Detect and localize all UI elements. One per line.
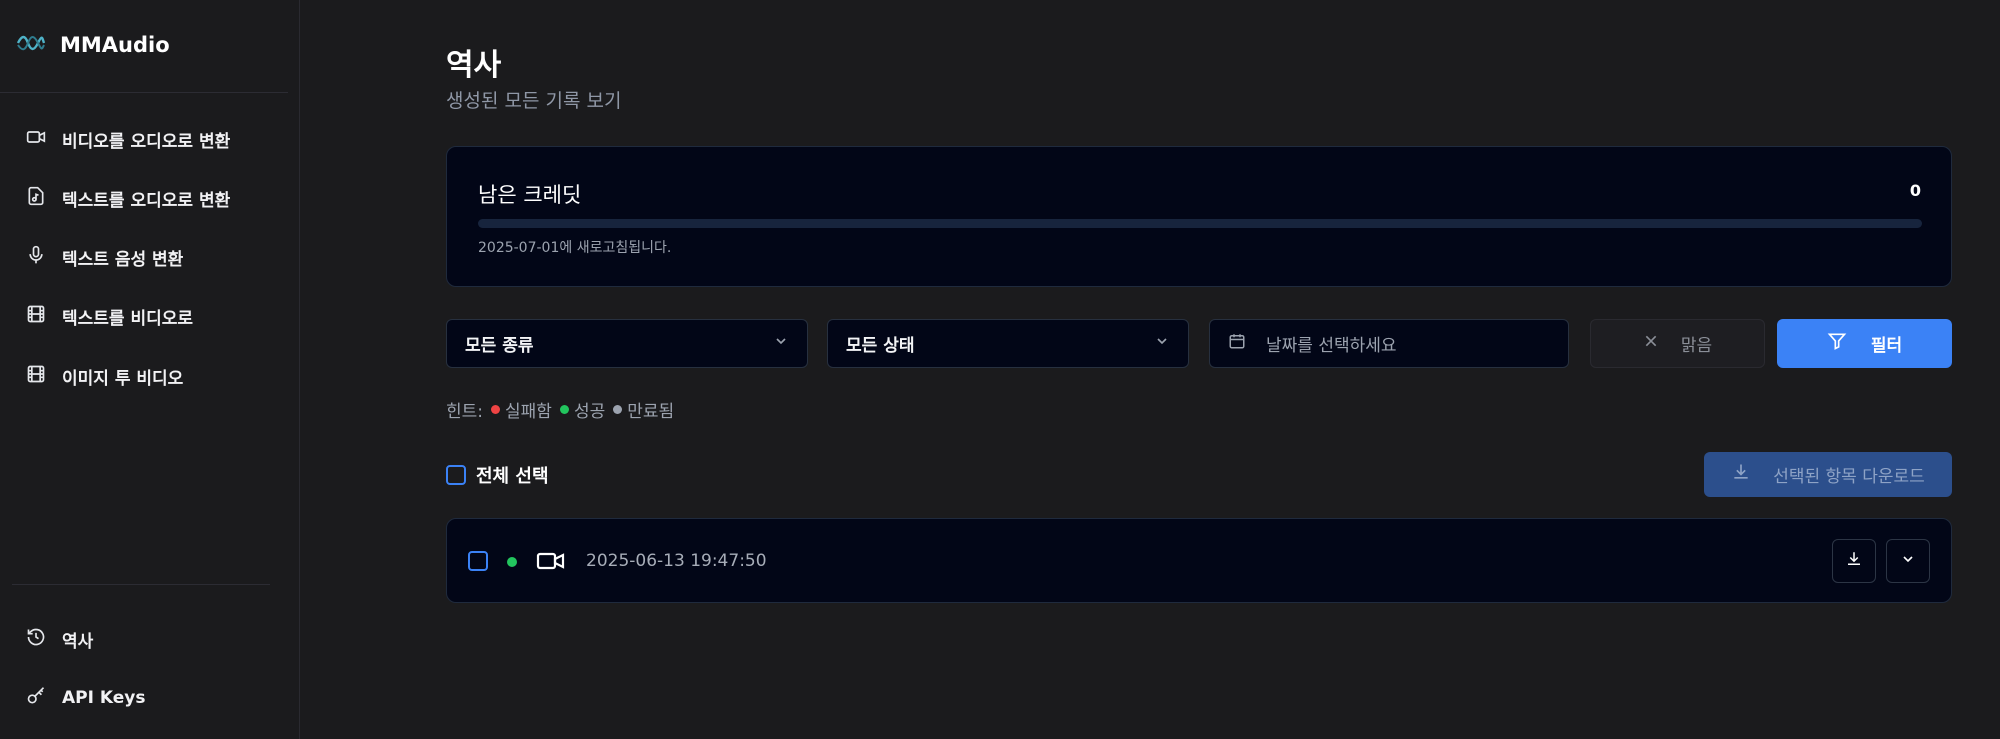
calendar-icon — [1228, 332, 1246, 355]
clear-button-label: 맑음 — [1680, 336, 1713, 356]
film-icon — [26, 364, 46, 389]
status-hint: 힌트: 실패함 성공 만료됨 — [446, 398, 675, 422]
row-date: 2025-06-13 19:47:50 — [586, 551, 767, 571]
download-icon — [1731, 462, 1751, 487]
sidebar-item-image-to-video[interactable]: 이미지 투 비디오 — [26, 360, 183, 392]
sidebar-item-label: 비디오를 오디오로 변환 — [62, 131, 231, 152]
row-expand-button[interactable] — [1886, 539, 1930, 583]
select-all-checkbox[interactable] — [446, 465, 466, 485]
logo-icon — [16, 33, 46, 57]
sidebar-item-label: 텍스트를 오디오로 변환 — [62, 190, 231, 211]
list-item[interactable]: 2025-06-13 19:47:50 — [446, 518, 1952, 603]
brand-name: MMAudio — [60, 33, 170, 57]
microphone-icon — [26, 245, 46, 270]
page-title: 역사 — [446, 48, 502, 83]
filter-button[interactable]: 필터 — [1777, 319, 1952, 368]
download-selected-button[interactable]: 선택된 항목 다운로드 — [1704, 452, 1952, 497]
date-picker-input[interactable]: 날짜를 선택하세요 — [1209, 319, 1569, 368]
hint-prefix: 힌트: — [446, 401, 484, 422]
download-selected-label: 선택된 항목 다운로드 — [1773, 467, 1925, 487]
brand[interactable]: MMAudio — [16, 28, 170, 62]
page-subtitle: 생성된 모든 기록 보기 — [446, 90, 622, 112]
download-icon — [1845, 550, 1863, 572]
sidebar-item-text-to-video[interactable]: 텍스트를 비디오로 — [26, 300, 193, 332]
select-all[interactable]: 전체 선택 — [446, 464, 549, 487]
sidebar-item-label: 이미지 투 비디오 — [62, 368, 184, 389]
hint-failed: 실패함 — [505, 401, 552, 422]
sidebar-item-api-keys[interactable]: API Keys — [26, 682, 145, 714]
expired-dot — [613, 404, 623, 414]
sidebar-divider — [12, 584, 270, 585]
type-select[interactable]: 모든 종류 — [446, 319, 808, 368]
sidebar-item-label: 텍스트를 비디오로 — [62, 308, 194, 329]
status-select[interactable]: 모든 상태 — [827, 319, 1189, 368]
credits-card: 남은 크레딧 0 2025-07-01에 새로고침됩니다. — [446, 146, 1952, 287]
film-icon — [26, 304, 46, 329]
failed-dot — [491, 404, 501, 414]
history-icon — [26, 627, 46, 652]
filter-icon — [1827, 331, 1847, 356]
credits-refresh-note: 2025-07-01에 새로고침됩니다. — [478, 240, 672, 256]
sidebar: MMAudio 비디오를 오디오로 변환 텍스트를 오디오로 변환 텍스트 음성… — [0, 0, 300, 739]
music-file-icon — [26, 186, 46, 211]
chevron-down-icon — [1154, 333, 1170, 354]
credits-progress-bar — [478, 219, 1922, 228]
close-icon — [1643, 333, 1659, 354]
filter-button-label: 필터 — [1870, 336, 1903, 356]
sidebar-item-label: API Keys — [62, 688, 146, 708]
sidebar-item-video-to-audio[interactable]: 비디오를 오디오로 변환 — [26, 123, 230, 155]
key-icon — [26, 686, 46, 711]
sidebar-item-history[interactable]: 역사 — [26, 623, 93, 655]
video-camera-icon — [26, 127, 46, 152]
sidebar-item-text-to-speech[interactable]: 텍스트 음성 변환 — [26, 241, 183, 273]
chevron-down-icon — [1900, 551, 1916, 571]
select-all-label: 전체 선택 — [476, 466, 549, 487]
clear-button[interactable]: 맑음 — [1590, 319, 1765, 368]
date-placeholder: 날짜를 선택하세요 — [1266, 336, 1397, 356]
hint-success: 성공 — [573, 401, 606, 422]
credits-label: 남은 크레딧 — [478, 183, 582, 207]
hint-expired: 만료됨 — [627, 401, 675, 422]
row-checkbox[interactable] — [468, 551, 488, 571]
credits-value: 0 — [1909, 181, 1921, 200]
brand-divider — [0, 92, 288, 93]
status-dot — [507, 557, 517, 567]
sidebar-item-text-to-audio[interactable]: 텍스트를 오디오로 변환 — [26, 182, 230, 214]
row-download-button[interactable] — [1832, 539, 1876, 583]
sidebar-item-label: 역사 — [62, 631, 94, 652]
status-select-value: 모든 상태 — [846, 336, 915, 356]
chevron-down-icon — [773, 333, 789, 354]
success-dot — [559, 404, 569, 414]
video-camera-icon — [536, 549, 566, 577]
sidebar-item-label: 텍스트 음성 변환 — [62, 249, 184, 270]
type-select-value: 모든 종류 — [465, 336, 534, 356]
